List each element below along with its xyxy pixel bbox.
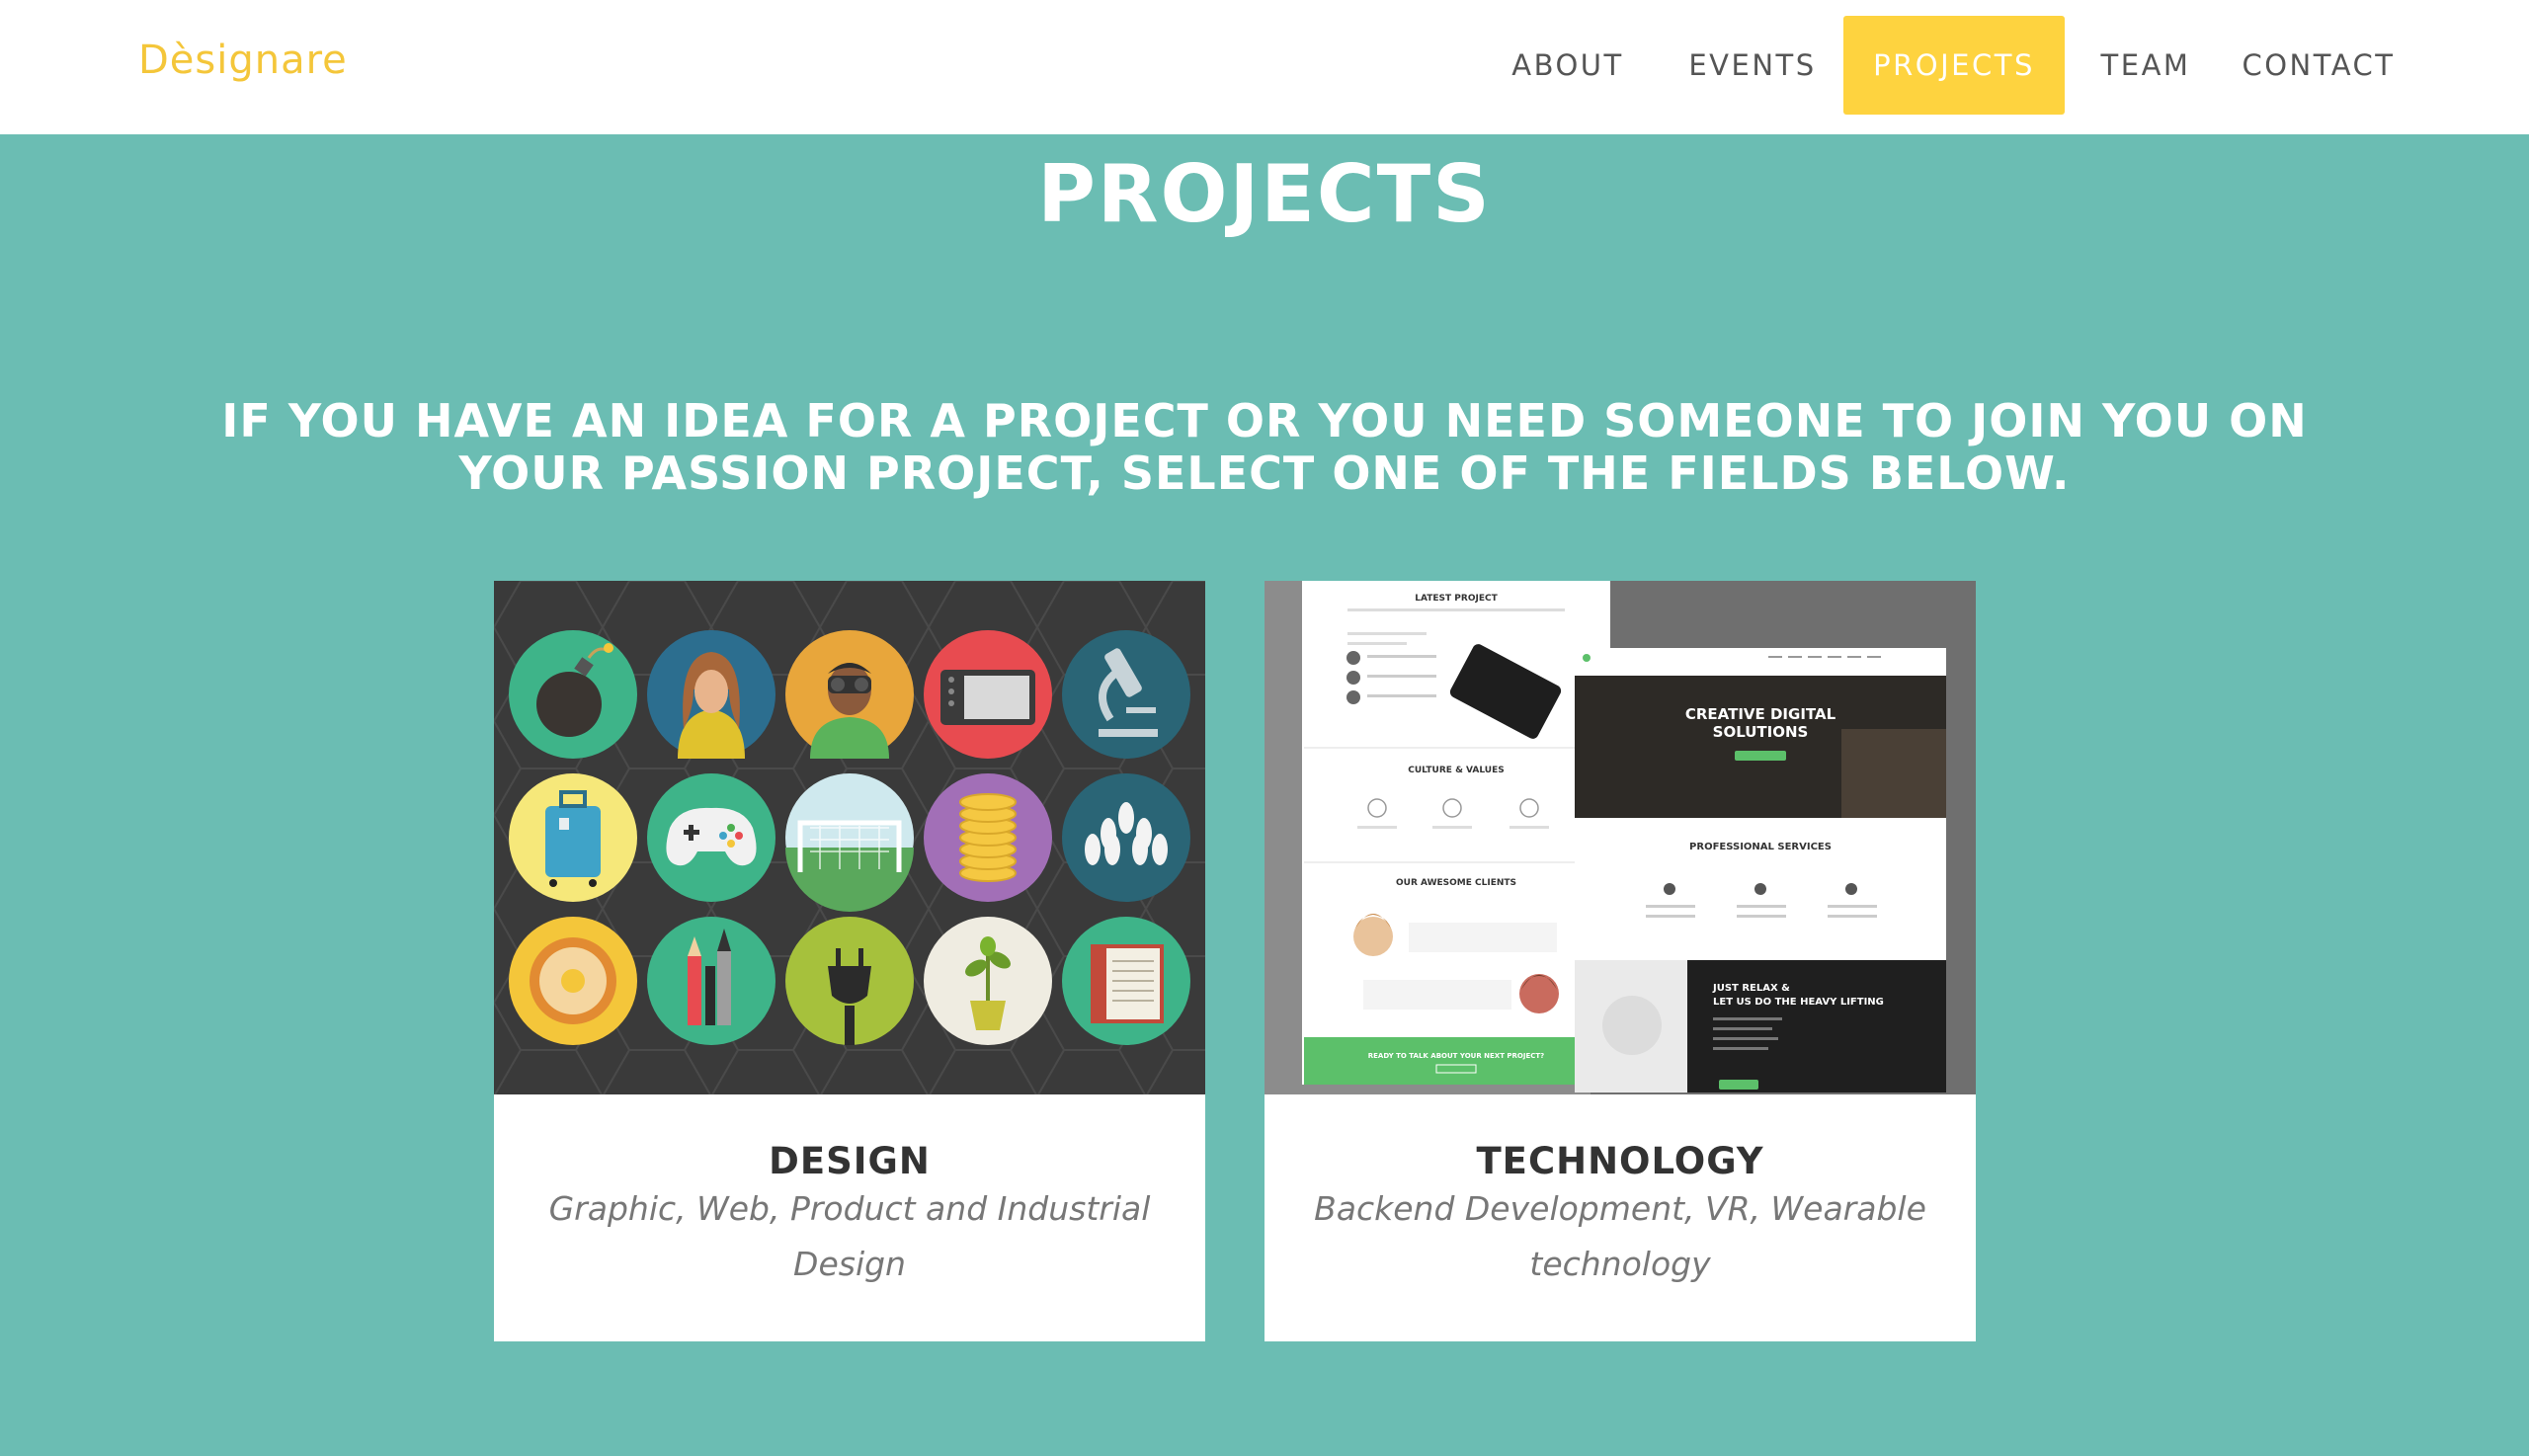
microscope-icon — [1062, 630, 1190, 759]
plant-icon — [924, 917, 1052, 1045]
brand-logo[interactable]: Dèsignare — [138, 38, 348, 83]
technology-card-description: Backend Development, VR, Wearable techno… — [1314, 1189, 1926, 1283]
technology-card-image: LATEST PROJECT CULTURE & VALUES OUR AWES… — [1264, 581, 1976, 1094]
bowling-icon — [1062, 773, 1190, 902]
mockup-relax-line1: JUST RELAX & — [1712, 983, 1790, 994]
binoculars-icon — [785, 630, 914, 759]
nav-item-about[interactable]: ABOUT — [1489, 16, 1647, 115]
mockup-professional-services: PROFESSIONAL SERVICES — [1689, 842, 1832, 852]
intro-text: IF YOU HAVE AN IDEA FOR A PROJECT OR YOU… — [221, 394, 2308, 500]
pencils-icon — [647, 917, 775, 1045]
mockup-awesome-clients: OUR AWESOME CLIENTS — [1396, 878, 1516, 888]
design-card[interactable]: DESIGN Graphic, Web, Product and Industr… — [494, 581, 1205, 1341]
mockup-cta-banner: READY TO TALK ABOUT YOUR NEXT PROJECT? — [1368, 1052, 1545, 1060]
nav-item-contact[interactable]: CONTACT — [2227, 16, 2410, 115]
plug-icon — [785, 917, 914, 1045]
mockup-culture-values: CULTURE & VALUES — [1408, 766, 1504, 775]
nav-item-events[interactable]: EVENTS — [1673, 16, 1832, 115]
design-card-image — [494, 581, 1205, 1094]
technology-card-title: TECHNOLOGY — [1476, 1140, 1764, 1182]
donut-icon — [509, 917, 637, 1045]
book-icon — [1062, 917, 1190, 1045]
nav-item-projects[interactable]: PROJECTS — [1843, 16, 2065, 115]
gamepad-icon — [647, 773, 775, 902]
mockup-hero-line2: SOLUTIONS — [1713, 723, 1809, 741]
woman-icon — [647, 630, 775, 759]
suitcase-icon — [509, 773, 637, 902]
bomb-icon — [509, 630, 637, 759]
soccer-goal-icon — [785, 773, 914, 912]
nav-item-team[interactable]: TEAM — [2081, 16, 2210, 115]
top-navbar: Dèsignare ABOUT EVENTS PROJECTS TEAM CON… — [0, 0, 2529, 134]
drawing-tablet-icon — [924, 630, 1052, 759]
technology-card[interactable]: LATEST PROJECT CULTURE & VALUES OUR AWES… — [1264, 581, 1976, 1341]
mockup-latest-project: LATEST PROJECT — [1415, 594, 1498, 604]
coin-stack-icon — [924, 773, 1052, 902]
page-title: PROJECTS — [1037, 148, 1492, 240]
mockup-relax-line2: LET US DO THE HEAVY LIFTING — [1713, 997, 1884, 1008]
mockup-hero-line1: CREATIVE DIGITAL — [1685, 705, 1836, 723]
design-card-title: DESIGN — [769, 1140, 931, 1182]
design-card-description: Graphic, Web, Product and Industrial Des… — [548, 1189, 1151, 1283]
